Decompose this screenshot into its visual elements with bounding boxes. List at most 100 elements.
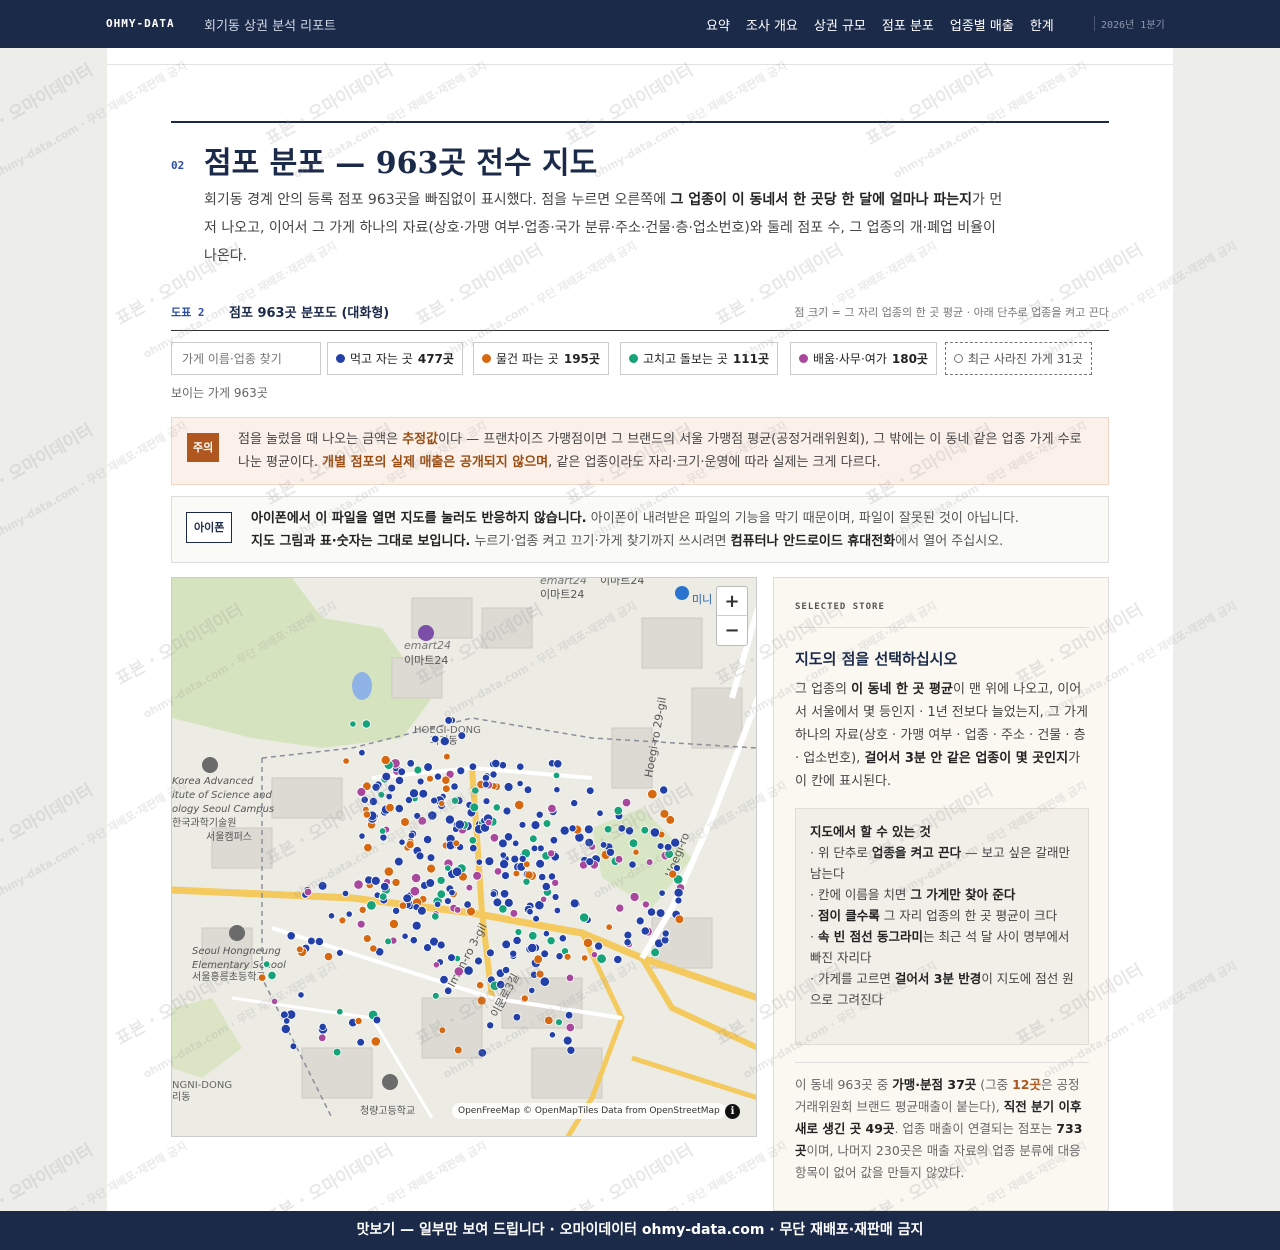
store-dot[interactable] (555, 952, 564, 961)
store-dot[interactable] (318, 1022, 327, 1031)
store-dot[interactable] (443, 897, 452, 906)
store-dot[interactable] (452, 839, 461, 848)
store-dot[interactable] (362, 934, 372, 944)
store-dot[interactable] (426, 863, 437, 874)
store-dot[interactable] (596, 809, 604, 817)
store-dot[interactable] (353, 879, 364, 890)
store-dot[interactable] (441, 775, 451, 785)
store-dot[interactable] (482, 797, 491, 806)
store-dot[interactable] (523, 785, 533, 795)
store-dot[interactable] (378, 892, 388, 901)
filter-chip-retail[interactable]: 물건 파는 곳 195곳 (473, 342, 609, 375)
store-dot[interactable] (535, 810, 544, 819)
store-dot[interactable] (565, 973, 575, 983)
store-dot[interactable] (436, 889, 447, 899)
store-dot[interactable] (605, 847, 615, 857)
store-dot[interactable] (559, 825, 570, 836)
store-dot[interactable] (617, 824, 626, 833)
store-dot[interactable] (640, 825, 650, 835)
store-dot[interactable] (548, 1031, 556, 1039)
store-dot[interactable] (565, 1022, 576, 1033)
store-dot[interactable] (623, 930, 633, 940)
store-dot[interactable] (553, 786, 561, 794)
store-dot[interactable] (356, 1037, 366, 1047)
store-dot[interactable] (349, 720, 357, 728)
store-dot[interactable] (453, 1045, 463, 1055)
store-dot[interactable] (555, 1018, 563, 1027)
store-dot[interactable] (659, 808, 670, 819)
nav-link-limits[interactable]: 한계 (1030, 15, 1054, 34)
store-dot[interactable] (562, 1035, 573, 1046)
store-dot[interactable] (535, 969, 545, 979)
store-dot[interactable] (465, 883, 474, 892)
store-dot[interactable] (394, 804, 404, 814)
store-dot[interactable] (629, 891, 640, 902)
store-dot[interactable] (431, 912, 440, 921)
store-dot[interactable] (417, 905, 427, 916)
filter-chip-closed-stores[interactable]: 최근 사라진 가게 31곳 (945, 342, 1093, 375)
store-dot[interactable] (551, 893, 560, 901)
store-dot[interactable] (510, 854, 520, 864)
store-dot[interactable] (394, 856, 404, 867)
store-dot[interactable] (371, 782, 381, 792)
store-dot[interactable] (658, 889, 666, 897)
store-dot[interactable] (314, 936, 324, 947)
store-dot[interactable] (282, 1017, 291, 1025)
store-dot[interactable] (566, 1045, 576, 1055)
store-dot[interactable] (307, 936, 316, 946)
store-dot[interactable] (632, 848, 640, 856)
store-dot[interactable] (623, 938, 632, 947)
store-dot[interactable] (522, 877, 531, 886)
store-dot[interactable] (484, 856, 495, 867)
store-dot[interactable] (530, 844, 539, 853)
store-dot[interactable] (655, 908, 666, 918)
store-dot[interactable] (438, 1026, 447, 1035)
store-dot[interactable] (450, 796, 459, 805)
store-dot[interactable] (406, 759, 415, 768)
store-dot[interactable] (439, 974, 449, 985)
store-dot[interactable] (411, 920, 422, 931)
store-dot[interactable] (378, 827, 387, 835)
store-dot[interactable] (541, 881, 551, 892)
store-dot[interactable] (656, 842, 665, 851)
store-dot[interactable] (486, 1021, 495, 1030)
store-dot[interactable] (539, 976, 551, 987)
store-dot[interactable] (370, 875, 381, 886)
store-dot[interactable] (663, 842, 673, 852)
zoom-out-button[interactable]: − (717, 616, 747, 645)
store-dot[interactable] (388, 918, 399, 929)
nav-link-store-distribution[interactable]: 점포 분포 (882, 15, 934, 34)
store-dot[interactable] (379, 881, 390, 892)
store-dot[interactable] (538, 872, 547, 882)
store-dot[interactable] (542, 929, 550, 938)
store-dot[interactable] (451, 866, 463, 878)
store-dot[interactable] (518, 820, 527, 829)
store-dot[interactable] (297, 991, 305, 999)
store-dot[interactable] (471, 786, 480, 795)
store-dot[interactable] (552, 771, 561, 780)
store-dot[interactable] (661, 929, 670, 938)
store-dot[interactable] (501, 939, 512, 950)
store-dot[interactable] (372, 1015, 382, 1025)
store-dot[interactable] (590, 951, 598, 959)
store-dot[interactable] (356, 919, 366, 929)
nav-link-market-size[interactable]: 상권 규모 (814, 15, 866, 34)
nav-link-overview[interactable]: 조사 개요 (746, 15, 798, 34)
store-dot[interactable] (553, 759, 563, 769)
store-dot[interactable] (539, 895, 548, 903)
store-dot[interactable] (423, 943, 432, 953)
store-dot[interactable] (603, 824, 613, 834)
store-dot[interactable] (647, 788, 658, 800)
store-dot[interactable] (409, 886, 421, 897)
store-dot[interactable] (360, 795, 369, 804)
store-dot[interactable] (484, 818, 493, 827)
store-dot[interactable] (431, 734, 440, 744)
store-dot[interactable] (317, 1033, 327, 1042)
store-dot[interactable] (444, 814, 455, 825)
store-dot[interactable] (583, 824, 594, 835)
store-dot[interactable] (474, 956, 483, 966)
store-dot[interactable] (570, 799, 579, 808)
store-dot[interactable] (564, 1011, 574, 1020)
store-dot[interactable] (489, 833, 500, 843)
store-dot[interactable] (432, 961, 440, 969)
